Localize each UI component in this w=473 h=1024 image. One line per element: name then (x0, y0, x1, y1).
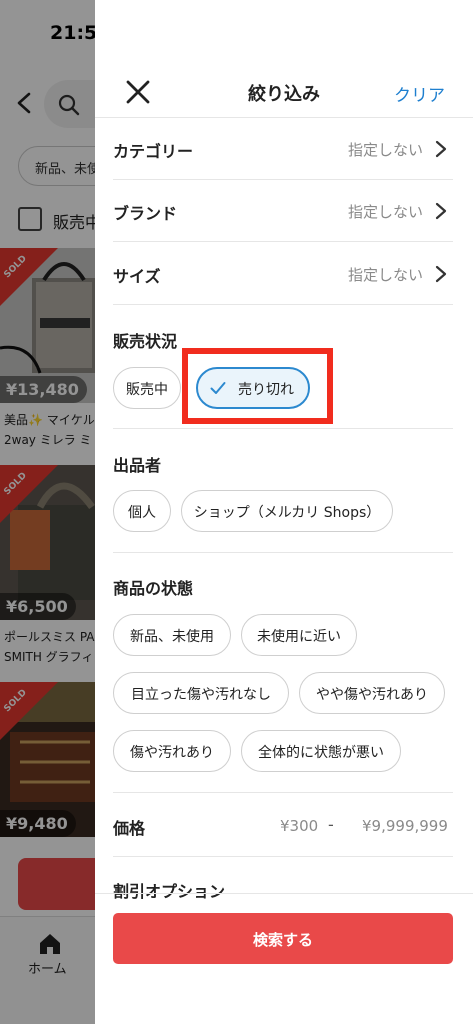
row-size[interactable]: サイズ 指定しない (113, 243, 453, 305)
divider (113, 792, 453, 793)
chip-condition-new[interactable]: 新品、未使用 (113, 614, 231, 656)
panel-header: 絞り込み クリア (95, 60, 473, 118)
chevron-right-icon (435, 202, 447, 220)
search-button[interactable]: 検索する (113, 913, 453, 964)
row-label: サイズ (113, 267, 161, 286)
chip-condition-marks[interactable]: 傷や汚れあり (113, 730, 231, 772)
row-label: ブランド (113, 204, 178, 223)
price-min-field[interactable]: ¥300 (280, 817, 318, 835)
row-value: 指定しない (347, 266, 423, 284)
row-value: 指定しない (347, 141, 423, 159)
chip-condition-like-new[interactable]: 未使用に近い (241, 614, 357, 656)
condition-label: 商品の状態 (113, 579, 194, 598)
divider (95, 893, 473, 894)
divider (113, 552, 453, 553)
divider (113, 856, 453, 857)
row-category[interactable]: カテゴリー 指定しない (113, 118, 453, 180)
clear-button[interactable]: クリア (394, 81, 445, 106)
divider (113, 428, 453, 429)
chip-condition-no-marks[interactable]: 目立った傷や汚れなし (113, 672, 289, 714)
row-label: カテゴリー (113, 142, 194, 161)
chip-condition-some-marks[interactable]: やや傷や汚れあり (299, 672, 445, 714)
filter-panel: 絞り込み クリア カテゴリー 指定しない ブランド 指定しない サイズ 指定しな… (95, 0, 473, 1024)
chevron-right-icon (435, 265, 447, 283)
chip-condition-poor[interactable]: 全体的に状態が悪い (241, 730, 401, 772)
discount-option-label[interactable]: 割引オプション (113, 878, 225, 902)
highlight-box (182, 348, 333, 424)
price-max-field[interactable]: ¥9,999,999 (362, 817, 448, 835)
chip-on-sale[interactable]: 販売中 (113, 367, 181, 409)
price-label: 価格 (113, 819, 146, 838)
price-separator: - (328, 815, 334, 834)
sales-status-label: 販売状況 (113, 332, 178, 351)
chevron-right-icon (435, 140, 447, 158)
row-value: 指定しない (347, 203, 423, 221)
chip-individual[interactable]: 個人 (113, 490, 171, 532)
row-brand[interactable]: ブランド 指定しない (113, 180, 453, 242)
chip-shops[interactable]: ショップ（メルカリ Shops） (181, 490, 393, 532)
seller-label: 出品者 (113, 456, 162, 475)
